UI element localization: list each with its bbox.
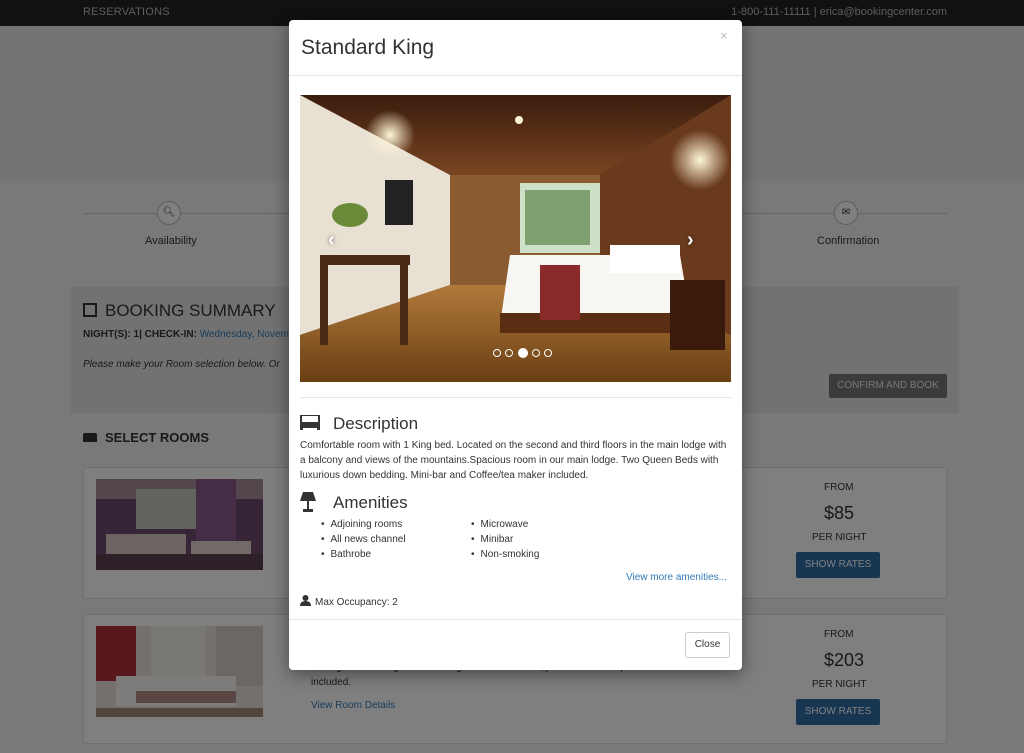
lamp-icon	[300, 492, 316, 512]
carousel-dot[interactable]	[493, 349, 501, 357]
amenities-heading: Amenities	[333, 493, 408, 512]
divider	[289, 75, 742, 76]
amenity-item: Adjoining rooms	[321, 519, 403, 530]
close-icon[interactable]: ×	[720, 28, 728, 43]
user-icon	[300, 595, 311, 606]
bed-icon	[300, 415, 320, 430]
amenity-item: Microwave	[471, 519, 529, 530]
carousel-next-icon[interactable]: ›	[687, 229, 694, 252]
max-occupancy: Max Occupancy: 2	[300, 595, 398, 608]
amenity-item: Bathrobe	[321, 549, 372, 560]
photo-carousel[interactable]: ‹ ›	[300, 95, 731, 382]
carousel-indicators	[493, 346, 553, 360]
amenity-item: Non-smoking	[471, 549, 540, 560]
carousel-dot[interactable]	[505, 349, 514, 357]
max-occupancy-label: Max Occupancy: 2	[315, 597, 398, 608]
room-description: Comfortable room with 1 King bed. Locate…	[300, 440, 727, 481]
carousel-dot-active[interactable]	[517, 348, 528, 358]
view-more-amenities-link[interactable]: View more amenities...	[626, 572, 727, 583]
carousel-prev-icon[interactable]: ‹	[328, 229, 335, 252]
divider	[289, 619, 742, 620]
room-photo	[300, 95, 731, 382]
modal-title: Standard King	[301, 36, 435, 59]
amenity-item: All news channel	[321, 534, 406, 545]
carousel-dot[interactable]	[544, 349, 553, 357]
close-button[interactable]: Close	[685, 632, 730, 658]
amenity-item: Minibar	[471, 534, 514, 545]
description-heading: Description	[333, 414, 419, 433]
divider	[300, 397, 731, 398]
room-details-modal: Standard King × ‹ › Description Comforta…	[289, 20, 742, 670]
carousel-dot[interactable]	[532, 349, 541, 357]
